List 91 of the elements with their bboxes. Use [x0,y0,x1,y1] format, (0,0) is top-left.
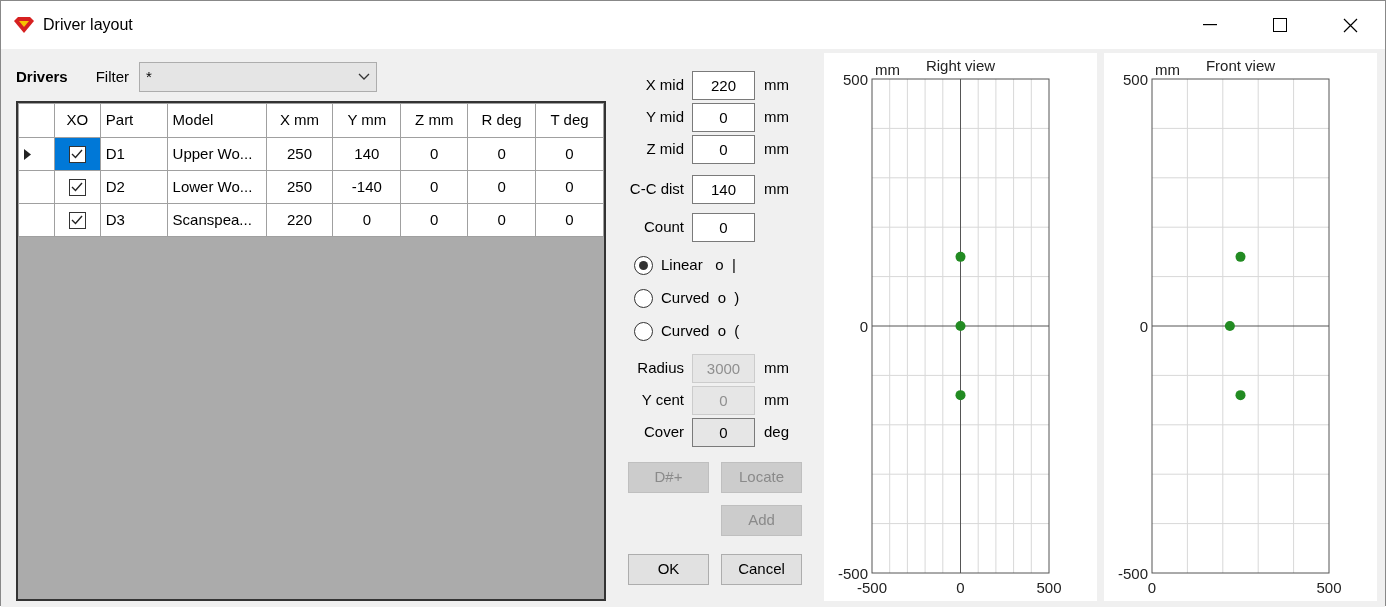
column-header[interactable]: X mm [266,103,333,138]
table-cell: Upper Wo... [167,137,267,171]
input-field[interactable]: 0 [692,417,755,447]
axis-tick-label: 500 [1036,579,1062,596]
table-cell: 0 [535,170,604,204]
unit-label: mm [764,389,789,410]
radio-label[interactable]: Curved o ( [661,320,740,343]
table-cell: 0 [332,203,401,237]
unit-label: mm [764,106,789,127]
radio-button[interactable] [634,289,653,308]
column-header[interactable]: Model [167,103,267,138]
table-cell: 140 [332,137,401,171]
column-header[interactable]: XO [54,103,101,138]
field-label: Radius [636,357,685,378]
table-cell: 0 [400,203,468,237]
checkbox[interactable] [68,212,86,230]
column-header[interactable]: R deg [467,103,536,138]
table-cell: 0 [400,137,468,171]
window-title: Driver layout [43,15,133,35]
radio-button[interactable] [634,256,653,275]
input-field[interactable]: 220 [692,70,755,100]
axis-tick-label: 500 [1122,71,1148,88]
column-header[interactable]: Part [100,103,168,138]
table-cell: 250 [266,137,333,171]
checkbox[interactable] [68,179,86,197]
unit-label: mm [764,178,789,199]
table-cell: 0 [467,203,536,237]
table-cell: 0 [467,137,536,171]
axis-tick-label: 0 [1139,318,1148,335]
data-point [955,321,966,331]
unit-label: mm [764,357,789,378]
table-cell: 0 [535,137,604,171]
table-cell: Scanspea... [167,203,267,237]
close-icon [1342,17,1358,33]
field-label: Cover [643,421,685,442]
data-point [955,251,966,262]
table-cell: 220 [266,203,333,237]
table-cell: 0 [400,170,468,204]
section-label: Drivers [16,66,68,87]
data-point [955,390,966,401]
chart-title: Right view [925,57,996,74]
data-point [1224,321,1235,331]
data-point [1235,390,1246,401]
chevron-down-icon [358,73,371,81]
table-cell: D1 [100,137,168,171]
table-cell: 250 [266,170,333,204]
table-cell: D3 [100,203,168,237]
radio-button[interactable] [634,322,653,341]
button[interactable]: Cancel [721,554,802,585]
maximize-icon [1273,18,1287,32]
minimize-icon [1203,24,1217,26]
unit-label: mm [764,74,789,95]
axis-tick-label: -500 [857,579,887,596]
axis-label: mm [875,61,900,78]
column-header[interactable]: Y mm [332,103,401,138]
input-field[interactable]: 0 [692,102,755,132]
field-label: Y cent [640,389,685,410]
table-cell: D2 [100,170,168,204]
button[interactable]: OK [628,554,709,585]
field-label: X mid [644,74,685,95]
field-label: Z mid [645,138,685,159]
unit-label: mm [764,138,789,159]
table-cell: 0 [467,170,536,204]
axis-tick-label: 500 [1316,579,1342,596]
axis-label: mm [1155,61,1180,78]
input-field[interactable]: 140 [692,174,755,204]
filter-dropdown[interactable]: * [139,62,378,92]
axis-tick-label: 0 [1147,579,1157,596]
field-label: C-C dist [628,178,685,199]
checkbox[interactable] [68,146,86,164]
axis-tick-label: 0 [859,318,868,335]
filter-label: Filter [95,66,130,87]
table-cell: 0 [535,203,604,237]
axis-tick-label: -500 [837,565,868,582]
chart-title: Front view [1205,57,1276,74]
radio-label[interactable]: Linear o | [661,254,736,277]
field-label: Y mid [644,106,685,127]
table-cell: Lower Wo... [167,170,267,204]
axis-tick-label: -500 [1117,565,1148,582]
column-header[interactable]: Z mm [400,103,468,138]
input-field[interactable]: 0 [692,212,755,242]
radio-label[interactable]: Curved o ) [661,287,740,310]
field-label: Count [642,216,685,237]
column-header[interactable]: T deg [535,103,604,138]
axis-tick-label: 500 [842,71,868,88]
table-cell: -140 [332,170,401,204]
data-point [1235,251,1246,262]
axis-tick-label: 0 [956,579,965,596]
app-logo-icon [13,16,35,34]
unit-label: deg [764,421,790,442]
input-field[interactable]: 0 [692,134,755,164]
